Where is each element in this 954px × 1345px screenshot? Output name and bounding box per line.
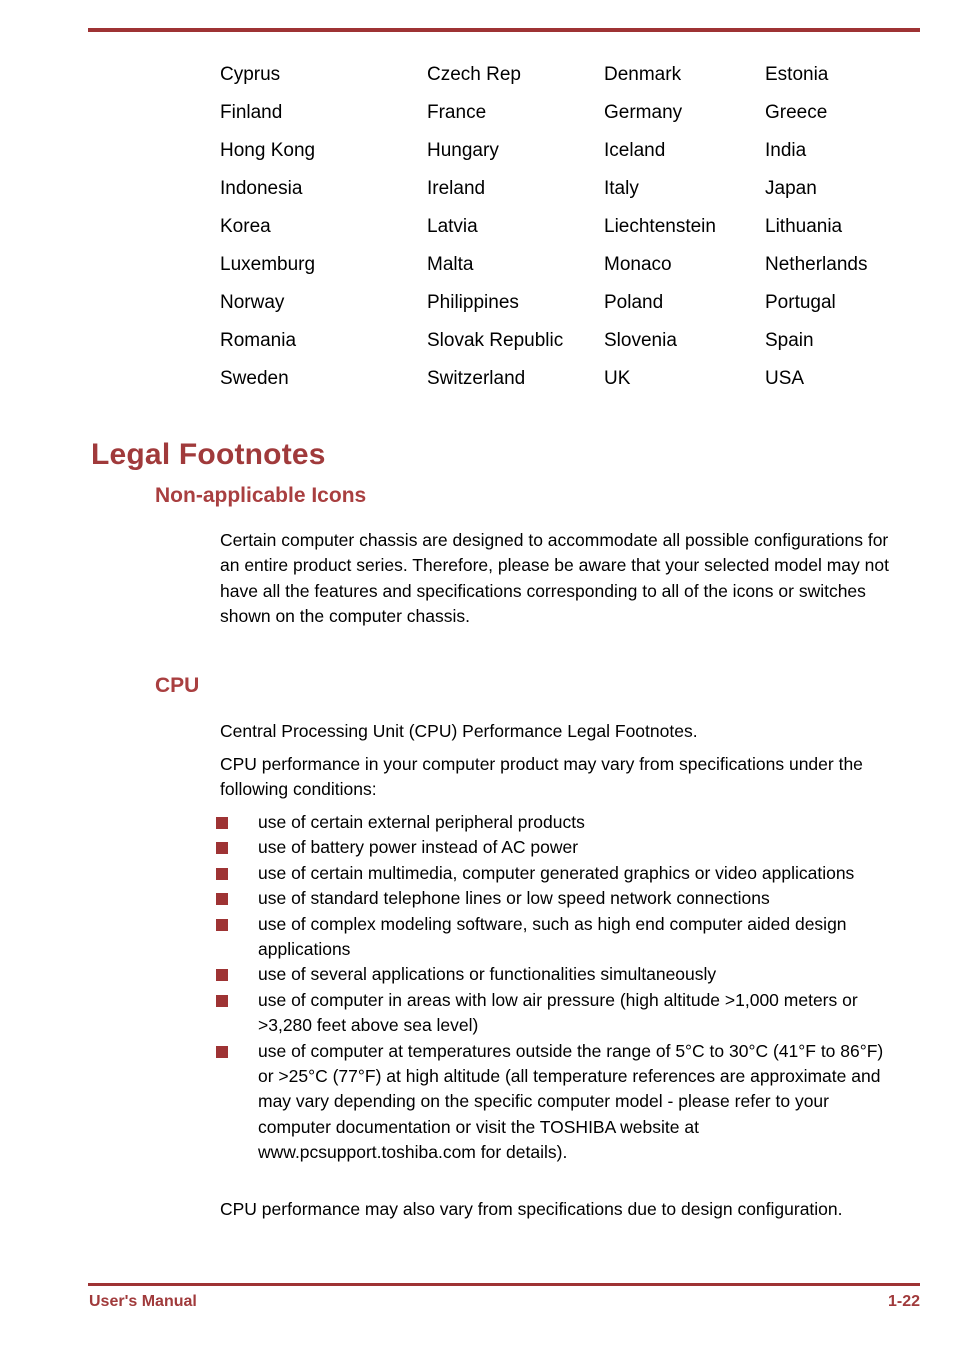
footer-page-number: 1-22 <box>887 1293 920 1310</box>
country-table-row: Cyprus Czech Rep Denmark Estonia <box>220 62 920 100</box>
list-item-label: use of battery power instead of AC power <box>258 837 579 858</box>
country-name: Luxemburg <box>220 254 316 275</box>
list-item: use of certain multimedia, computer gene… <box>216 861 894 886</box>
country-name: France <box>427 102 487 123</box>
header-rule <box>88 28 920 32</box>
country-table-row: Romania Slovak Republic Slovenia Spain <box>220 328 920 366</box>
country-table-row: Norway Philippines Poland Portugal <box>220 290 920 328</box>
list-item: use of standard telephone lines or low s… <box>216 886 894 911</box>
country-name: Estonia <box>765 64 829 85</box>
paragraph-cpu-3-block: CPU performance may also vary from speci… <box>220 1197 894 1222</box>
country-name: Netherlands <box>765 254 868 275</box>
country-name: Indonesia <box>220 178 303 199</box>
paragraph-cpu-intro: Central Processing Unit (CPU) Performanc… <box>220 721 698 741</box>
country-name: Spain <box>765 330 814 351</box>
list-item: use of certain external peripheral produ… <box>216 810 894 835</box>
square-bullet-icon <box>216 842 228 855</box>
country-name: Portugal <box>765 292 836 313</box>
country-name: Sweden <box>220 368 289 389</box>
country-name: Malta <box>427 254 474 275</box>
country-name: Hong Kong <box>220 140 316 161</box>
country-table-row: Luxemburg Malta Monaco Netherlands <box>220 252 920 290</box>
paragraph-non-applicable-icons-block: Certain computer chassis are designed to… <box>220 528 894 629</box>
square-bullet-icon <box>216 817 228 829</box>
country-name: Philippines <box>427 292 519 313</box>
square-bullet-icon <box>216 969 228 982</box>
country-table-row: Finland France Germany Greece <box>220 100 920 138</box>
country-name: Switzerland <box>427 368 526 389</box>
footer-manual-label: User's Manual <box>89 1293 197 1310</box>
list-item: use of computer in areas with low air pr… <box>216 988 894 1039</box>
list-item: use of several applications or functiona… <box>216 962 894 987</box>
list-item: use of complex modeling software, such a… <box>216 912 894 963</box>
paragraph-cpu-1-block: Central Processing Unit (CPU) Performanc… <box>220 719 894 744</box>
list-item-label: use of computer in areas with low air pr… <box>258 989 858 1036</box>
list-item: use of computer at temperatures outside … <box>216 1039 894 1166</box>
country-name: Romania <box>220 330 297 351</box>
country-name: Slovak Republic <box>427 330 564 351</box>
country-name: Finland <box>220 102 283 123</box>
list-item-label: use of standard telephone lines or low s… <box>258 888 770 909</box>
country-name: Liechtenstein <box>604 216 716 237</box>
country-name: Iceland <box>604 140 666 161</box>
list-item: use of battery power instead of AC power <box>216 835 894 860</box>
country-name: Poland <box>604 292 664 313</box>
country-name: Hungary <box>427 140 499 161</box>
country-list-table: Cyprus Czech Rep Denmark Estonia Finland Fran… <box>220 62 920 404</box>
country-name: Slovenia <box>604 330 677 351</box>
country-name: Lithuania <box>765 216 843 237</box>
heading-non-applicable-icons: Non-applicable Icons <box>155 484 367 507</box>
square-bullet-icon <box>216 918 228 931</box>
list-item-label: use of several applications or functiona… <box>258 964 717 985</box>
country-name: Italy <box>604 178 639 199</box>
list-item-label: use of complex modeling software, such a… <box>258 913 847 960</box>
paragraph-non-applicable-icons: Certain computer chassis are designed to… <box>220 530 889 626</box>
document-page: Cyprus Czech Rep Denmark Estonia Finland Fran… <box>0 0 954 1345</box>
country-table-row: Hong Kong Hungary Iceland India <box>220 138 920 176</box>
square-bullet-icon <box>216 867 228 880</box>
square-bullet-icon <box>216 893 228 906</box>
country-name: Greece <box>765 102 828 123</box>
country-table-row: Indonesia Ireland Italy Japan <box>220 176 920 214</box>
list-item-label: use of certain multimedia, computer gene… <box>258 862 855 883</box>
country-name: USA <box>765 368 805 389</box>
footer-rule <box>88 1283 920 1286</box>
country-name: Czech Rep <box>427 64 521 85</box>
list-item-label: use of certain external peripheral produ… <box>258 812 585 832</box>
country-name: Japan <box>765 178 817 199</box>
country-name: Latvia <box>427 216 478 237</box>
country-name: Denmark <box>604 64 682 85</box>
country-name: Cyprus <box>220 64 281 85</box>
country-name: India <box>765 140 807 161</box>
country-name: Norway <box>220 292 285 313</box>
country-name: Ireland <box>427 178 486 199</box>
country-table-row: Korea Latvia Liechtenstein Lithuania <box>220 214 920 252</box>
square-bullet-icon <box>216 1045 228 1058</box>
country-name: Monaco <box>604 254 672 275</box>
paragraph-cpu-closing: CPU performance may also vary from speci… <box>220 1199 843 1219</box>
paragraph-cpu-2-block: CPU performance in your computer product… <box>220 752 894 803</box>
country-table-row: Sweden Switzerland UK USA <box>220 366 920 404</box>
heading-cpu: CPU <box>155 674 200 697</box>
list-item-label: use of computer at temperatures outside … <box>258 1040 884 1163</box>
country-name: UK <box>604 368 631 389</box>
cpu-conditions-list: use of certain external peripheral produ… <box>216 810 894 1166</box>
paragraph-cpu-conditions-lead: CPU performance in your computer product… <box>220 754 863 800</box>
country-name: Germany <box>604 102 683 123</box>
page-title-legal-footnotes: Legal Footnotes <box>91 438 326 471</box>
country-name: Korea <box>220 216 271 237</box>
square-bullet-icon <box>216 994 228 1007</box>
